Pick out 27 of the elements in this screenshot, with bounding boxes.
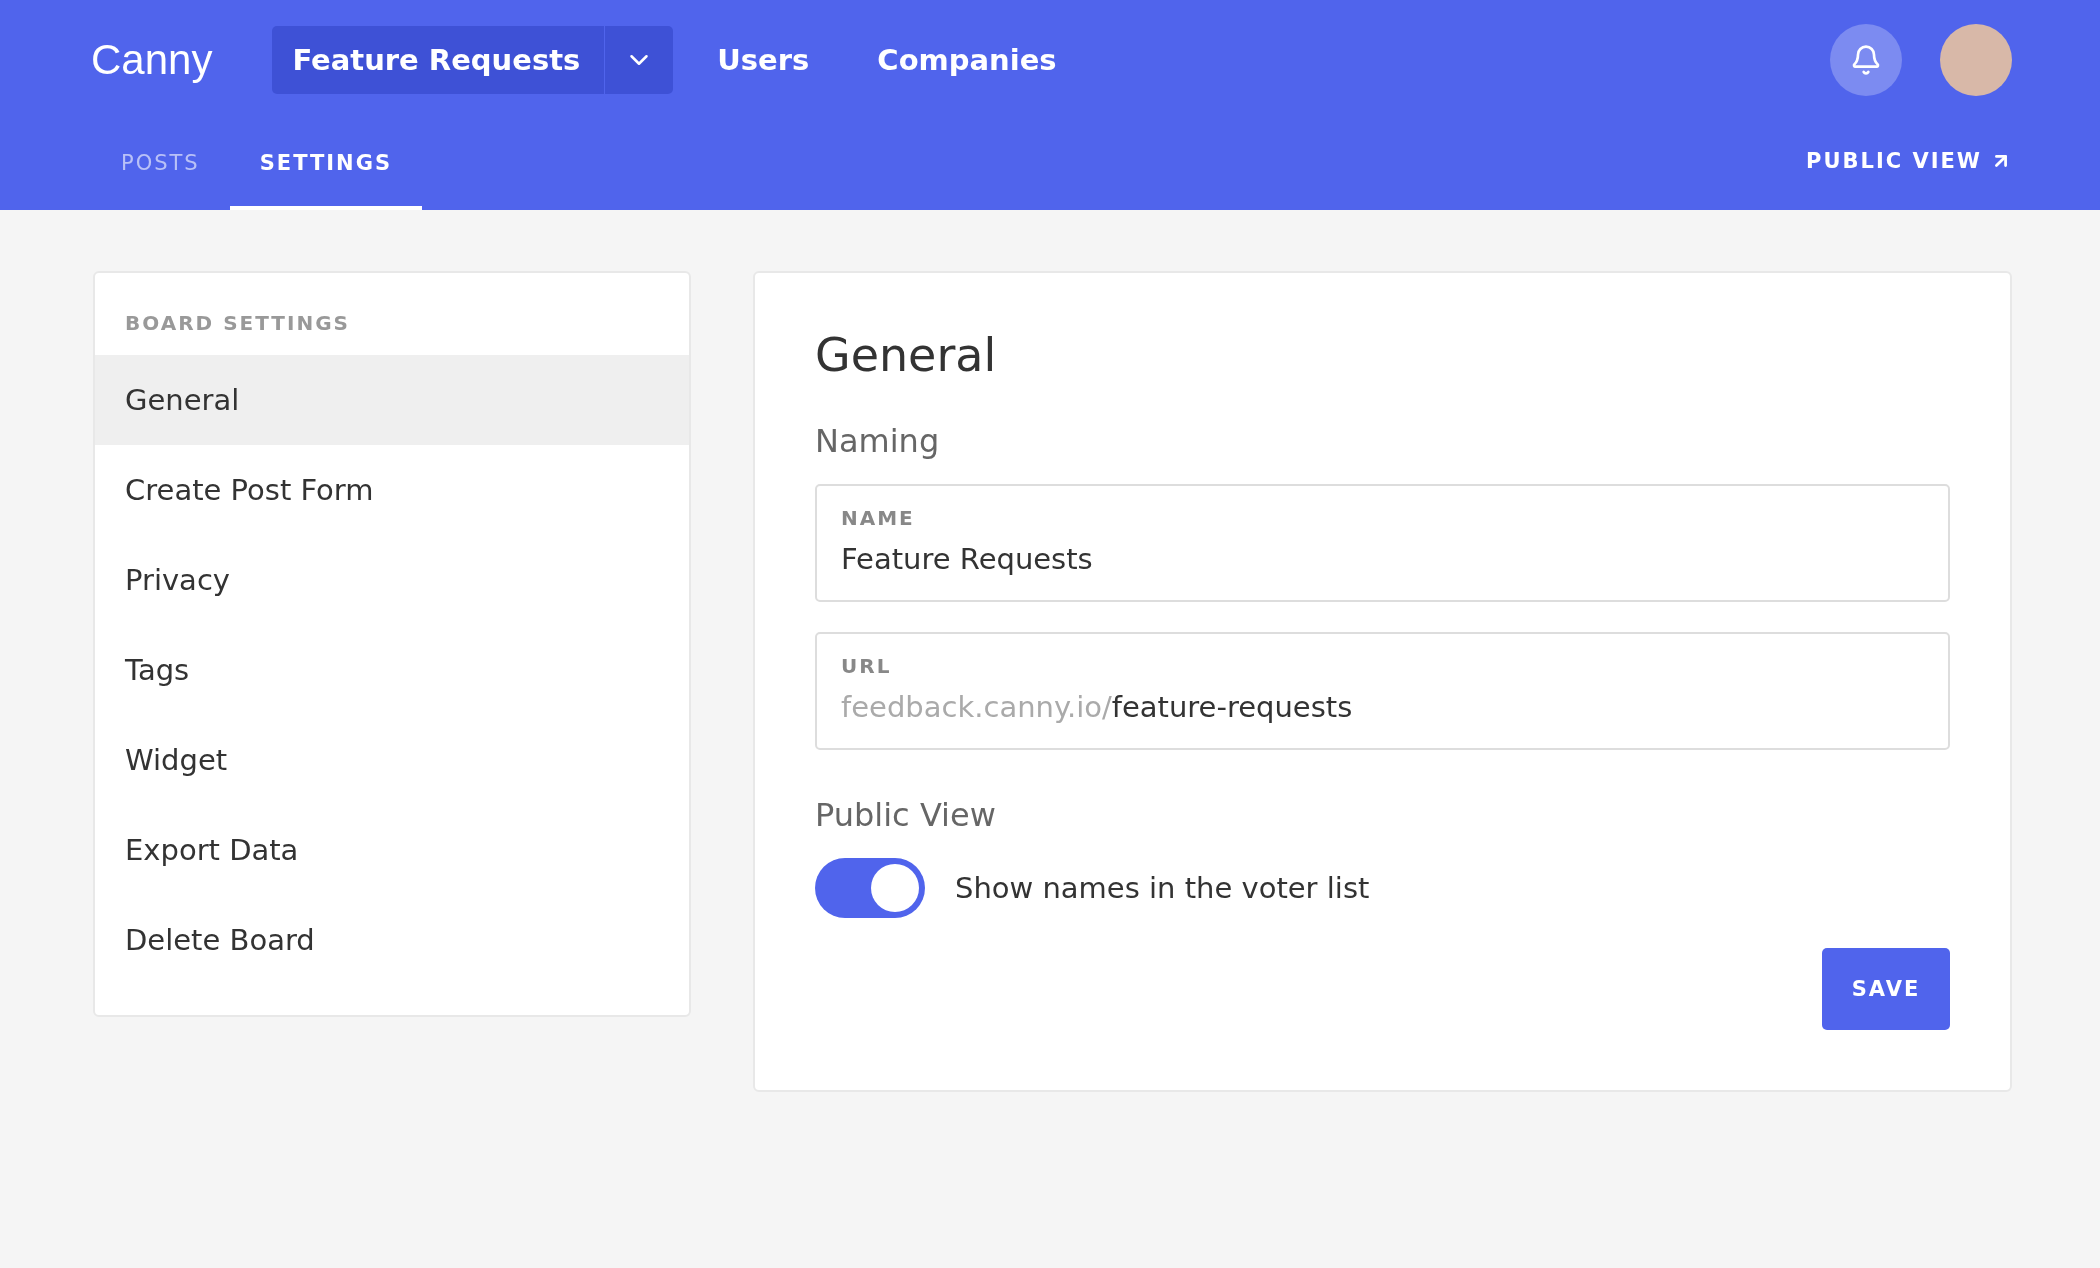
sidebar-item[interactable]: Create Post Form — [95, 445, 689, 535]
section-heading: Public View — [815, 796, 997, 834]
name-field[interactable]: NAME Feature Requests — [815, 484, 1950, 602]
page-title: General — [815, 328, 998, 382]
sidebar-item[interactable]: General — [95, 355, 689, 445]
field-value: feedback.canny.io/feature-requests — [841, 690, 1354, 724]
field-value: Feature Requests — [841, 542, 1094, 576]
public-view-link[interactable]: PUBLIC VIEW — [1806, 149, 2012, 173]
save-button[interactable]: SAVE — [1822, 948, 1950, 1030]
toggle-switch[interactable] — [815, 858, 925, 918]
sidebar-item[interactable]: Tags — [95, 625, 689, 715]
url-field[interactable]: URL feedback.canny.io/feature-requests — [815, 632, 1950, 750]
sidebar-item[interactable]: Widget — [95, 715, 689, 805]
sidebar-heading: BOARD SETTINGS — [124, 311, 351, 337]
nav-tab[interactable]: SETTINGS — [229, 120, 423, 210]
sidebar-item[interactable]: Export Data — [95, 805, 689, 895]
toggle-label: Show names in the voter list — [955, 871, 1370, 905]
bell-icon — [1850, 44, 1882, 76]
nav-link[interactable]: Companies — [877, 43, 1057, 77]
nav-link[interactable]: Users — [717, 43, 810, 77]
sidebar-item[interactable]: Delete Board — [95, 895, 689, 985]
board-name-button[interactable]: Feature Requests — [272, 26, 606, 94]
logo: Canny — [91, 36, 213, 84]
field-label: URL — [841, 654, 893, 678]
sidebar-item[interactable]: Privacy — [95, 535, 689, 625]
section-heading: Naming — [815, 422, 941, 460]
field-label: NAME — [841, 506, 916, 530]
